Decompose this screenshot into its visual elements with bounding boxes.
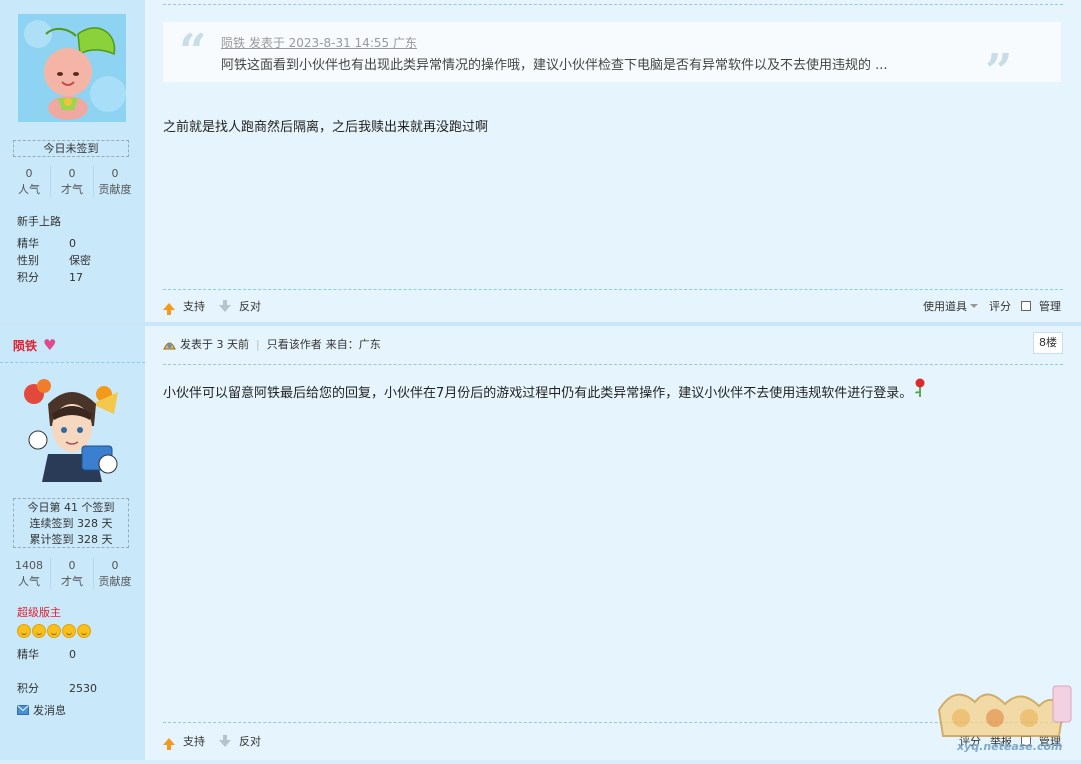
divider bbox=[0, 362, 145, 363]
user-stats: 1408 人气 0 才气 0 贡献度 bbox=[8, 558, 136, 590]
support-arrow-icon bbox=[163, 302, 175, 315]
support-button[interactable]: 支持 bbox=[163, 298, 205, 315]
post-location: 来自：广东 bbox=[325, 338, 381, 351]
rank-stars bbox=[17, 624, 91, 638]
oppose-arrow-icon bbox=[219, 299, 231, 312]
author-online-icon bbox=[163, 342, 176, 349]
smiley-icon bbox=[47, 624, 61, 638]
smiley-icon bbox=[77, 624, 91, 638]
send-message-link[interactable]: 发消息 bbox=[17, 702, 66, 718]
only-author-link[interactable]: 只看该作者 bbox=[267, 336, 322, 352]
quote-open-icon: “ bbox=[179, 24, 207, 80]
heart-icon: ♥ bbox=[43, 336, 57, 354]
site-watermark-logo: xyq.netease.com bbox=[935, 680, 1075, 756]
post-content: “ 陨铁 发表于 2023-8-31 14:55 广东 阿铁这面看到小伙伴也有出… bbox=[145, 0, 1081, 322]
oppose-label: 反对 bbox=[239, 735, 261, 748]
stat-contribution[interactable]: 0 贡献度 bbox=[94, 558, 136, 590]
divider bbox=[163, 364, 1063, 365]
rate-label: 评分 bbox=[989, 300, 1011, 313]
smiley-icon bbox=[32, 624, 46, 638]
support-arrow-icon bbox=[163, 737, 175, 750]
smiley-icon bbox=[62, 624, 76, 638]
support-button[interactable]: 支持 bbox=[163, 733, 205, 750]
post-meta: 发表于 3 天前 | 只看该作者 来自：广东 bbox=[163, 336, 381, 352]
post-time: 发表于 3 天前 bbox=[180, 338, 249, 351]
author-sidebar: 陨铁 ♥ 今日第 41 个签到 连续签到 328 天 累计签到 328 天 14… bbox=[0, 326, 145, 760]
use-tool-label: 使用道具 bbox=[923, 300, 967, 313]
post-body: 之前就是找人跑商然后隔离，之后我赎出来就再没跑过啊 bbox=[163, 120, 489, 135]
user-rank[interactable]: 新手上路 bbox=[17, 213, 61, 229]
oppose-button[interactable]: 反对 bbox=[219, 733, 261, 749]
info-points: 积分 2530 bbox=[17, 682, 97, 695]
divider bbox=[163, 289, 1063, 290]
floor-number[interactable]: 8楼 bbox=[1033, 332, 1063, 354]
envelope-icon bbox=[17, 705, 29, 715]
quote-block: “ 陨铁 发表于 2023-8-31 14:55 广东 阿铁这面看到小伙伴也有出… bbox=[163, 22, 1061, 96]
stat-talent[interactable]: 0 才气 bbox=[51, 166, 94, 198]
avatar[interactable] bbox=[18, 374, 126, 482]
sign-today: 今日第 41 个签到 bbox=[27, 501, 115, 514]
user-stats: 0 人气 0 才气 0 贡献度 bbox=[8, 166, 136, 198]
divider bbox=[163, 4, 1063, 5]
info-gender: 性别 保密 bbox=[17, 254, 91, 267]
post-floor-8: 陨铁 ♥ 今日第 41 个签到 连续签到 328 天 累计签到 328 天 14… bbox=[0, 326, 1081, 760]
post-floor-7: 今日未签到 0 人气 0 才气 0 贡献度 新手上路 精华 0 性别 保密 积分 17… bbox=[0, 0, 1081, 322]
oppose-arrow-icon bbox=[219, 734, 231, 747]
support-label: 支持 bbox=[183, 300, 205, 313]
avatar[interactable] bbox=[18, 14, 126, 122]
stat-popularity[interactable]: 0 人气 bbox=[8, 166, 51, 198]
quote-text: 阿铁这面看到小伙伴也有出现此类异常情况的操作哦，建议小伙伴检查下电脑是否有异常软… bbox=[221, 58, 888, 73]
sign-continuous: 连续签到 328 天 bbox=[29, 517, 113, 530]
rose-icon bbox=[915, 378, 925, 397]
send-message-label: 发消息 bbox=[33, 704, 66, 717]
dropdown-arrow-icon bbox=[970, 304, 978, 308]
oppose-button[interactable]: 反对 bbox=[219, 298, 261, 314]
stat-contribution[interactable]: 0 贡献度 bbox=[94, 166, 136, 198]
sign-records: 今日第 41 个签到 连续签到 328 天 累计签到 328 天 bbox=[13, 498, 129, 548]
divider bbox=[163, 722, 1063, 723]
meta-separator: | bbox=[256, 337, 260, 351]
use-tool-menu[interactable]: 使用道具 bbox=[923, 298, 978, 314]
info-digest: 精华 0 bbox=[17, 648, 76, 661]
author-name-text: 陨铁 bbox=[13, 338, 38, 353]
manage-checkbox[interactable]: 管理 bbox=[1021, 298, 1061, 314]
sign-status: 今日未签到 bbox=[13, 140, 129, 157]
support-label: 支持 bbox=[183, 735, 205, 748]
smiley-icon bbox=[17, 624, 31, 638]
info-digest: 精华 0 bbox=[17, 237, 76, 250]
oppose-label: 反对 bbox=[239, 300, 261, 313]
rate-link[interactable]: 评分 bbox=[989, 298, 1011, 314]
user-rank[interactable]: 超级版主 bbox=[17, 604, 61, 620]
author-name[interactable]: 陨铁 ♥ bbox=[13, 336, 56, 354]
post-body: 小伙伴可以留意阿铁最后给您的回复，小伙伴在7月份后的游戏过程中仍有此类异常操作，… bbox=[163, 386, 913, 401]
author-sidebar: 今日未签到 0 人气 0 才气 0 贡献度 新手上路 精华 0 性别 保密 积分 17 bbox=[0, 0, 145, 322]
post-body-wrap: 小伙伴可以留意阿铁最后给您的回复，小伙伴在7月份后的游戏过程中仍有此类异常操作，… bbox=[163, 378, 926, 401]
quote-close-icon: ” bbox=[985, 44, 1013, 100]
game-logo-icon: xyq.netease.com bbox=[937, 685, 1072, 753]
sign-total: 累计签到 328 天 bbox=[29, 533, 113, 546]
manage-label: 管理 bbox=[1039, 300, 1061, 313]
stat-popularity[interactable]: 1408 人气 bbox=[8, 558, 51, 590]
svg-text:xyq.netease.com: xyq.netease.com bbox=[956, 740, 1062, 753]
quote-meta-link[interactable]: 陨铁 发表于 2023-8-31 14:55 广东 bbox=[221, 34, 417, 51]
stat-talent[interactable]: 0 才气 bbox=[51, 558, 94, 590]
info-points: 积分 17 bbox=[17, 271, 83, 284]
checkbox-icon[interactable] bbox=[1021, 301, 1031, 311]
